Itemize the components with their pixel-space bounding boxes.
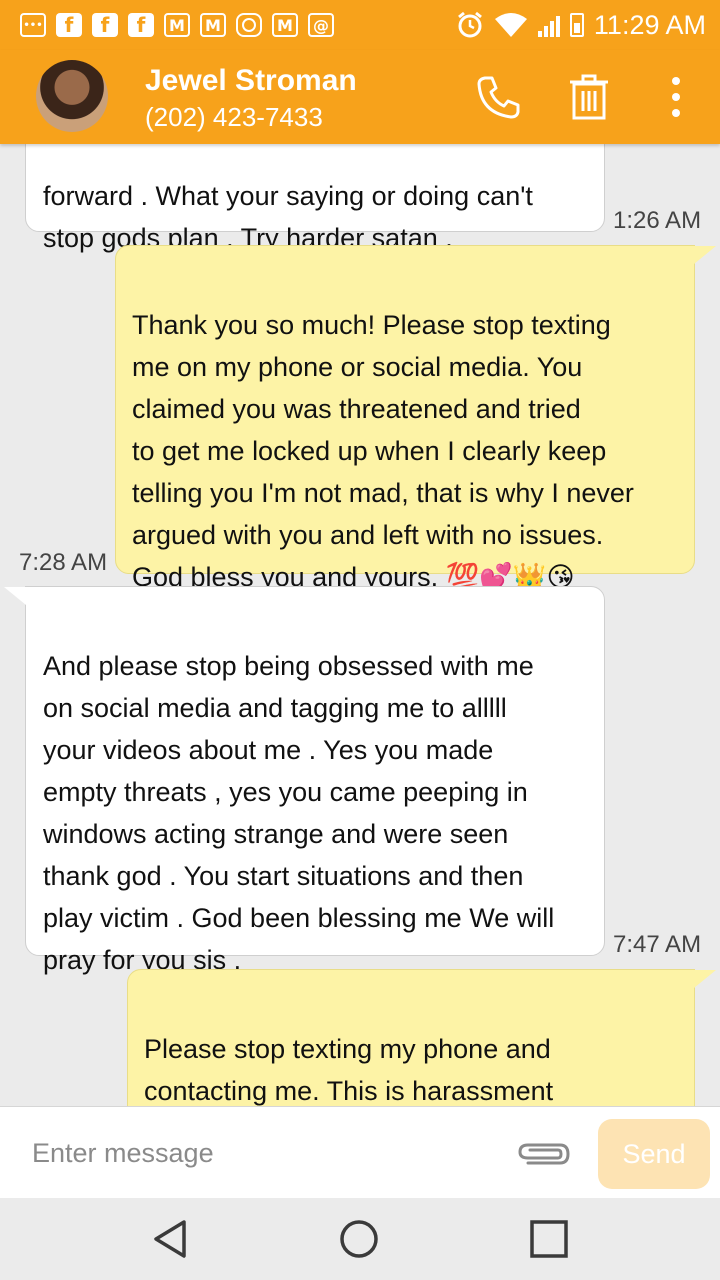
message-bubble-outgoing[interactable]: Thank you so much! Please stop texting m… (115, 245, 695, 592)
home-button[interactable] (334, 1216, 384, 1262)
bubble-tail (694, 246, 716, 264)
send-button[interactable]: Send (598, 1119, 710, 1189)
message-bubble-outgoing[interactable]: Please stop texting my phone and contact… (127, 969, 695, 1106)
message-timestamp: 7:28 AM (19, 549, 108, 576)
status-bar: ••• f f f M M M @ 11:29 AM (0, 0, 720, 50)
facebook-icon: f (56, 13, 82, 37)
contact-phone: (202) 423-7433 (145, 102, 323, 132)
message-text: And please stop being obsessed with me o… (43, 651, 555, 975)
bubble-tail (694, 970, 716, 988)
message-input[interactable] (30, 1127, 504, 1179)
system-nav-bar (0, 1198, 720, 1280)
phone-icon (477, 76, 520, 119)
email-icon: @ (308, 13, 334, 37)
message-text: Please stop texting my phone and contact… (144, 1034, 554, 1106)
message-composer: Send (0, 1106, 720, 1199)
message-timestamp: 7:47 AM (613, 931, 702, 958)
gmail-icon: M (272, 13, 298, 37)
notification-icons: ••• f f f M M M @ (0, 13, 334, 37)
more-options-button[interactable] (651, 70, 701, 124)
instagram-icon (236, 13, 262, 37)
recents-button[interactable] (524, 1216, 574, 1262)
wifi-icon (494, 13, 527, 37)
clock: 11:29 AM (593, 9, 706, 40)
paperclip-icon (518, 1143, 570, 1165)
back-button[interactable] (145, 1216, 195, 1262)
alarm-icon (457, 11, 482, 38)
message-bubble-incoming[interactable]: forward . What your saying or doing can'… (25, 144, 605, 253)
facebook-icon: f (128, 13, 154, 37)
contact-name[interactable]: Jewel Stroman (145, 64, 357, 98)
gmail-icon: M (164, 13, 190, 37)
message-bubble-incoming[interactable]: And please stop being obsessed with me o… (25, 586, 605, 975)
battery-icon (569, 13, 584, 37)
recents-square-icon (530, 1220, 568, 1258)
chat-icon: ••• (20, 13, 46, 37)
delete-button[interactable] (564, 70, 614, 124)
trash-icon (570, 74, 608, 120)
bubble-tail (4, 587, 26, 605)
facebook-icon: f (92, 13, 118, 37)
contact-avatar[interactable] (36, 60, 108, 132)
message-text: forward . What your saying or doing can'… (43, 181, 533, 253)
signal-icon (537, 13, 560, 37)
attach-button[interactable] (514, 1133, 574, 1178)
more-vert-icon (672, 77, 680, 117)
home-circle-icon (340, 1220, 378, 1258)
conversation-header: Jewel Stroman (202) 423-7433 (0, 50, 720, 144)
gmail-icon: M (200, 13, 226, 37)
message-thread[interactable]: forward . What your saying or doing can'… (0, 144, 720, 1106)
system-status: 11:29 AM (456, 0, 706, 50)
call-button[interactable] (474, 70, 524, 124)
message-text: Thank you so much! Please stop texting m… (132, 310, 634, 592)
message-timestamp: 1:26 AM (613, 207, 702, 234)
back-triangle-icon (154, 1220, 186, 1258)
